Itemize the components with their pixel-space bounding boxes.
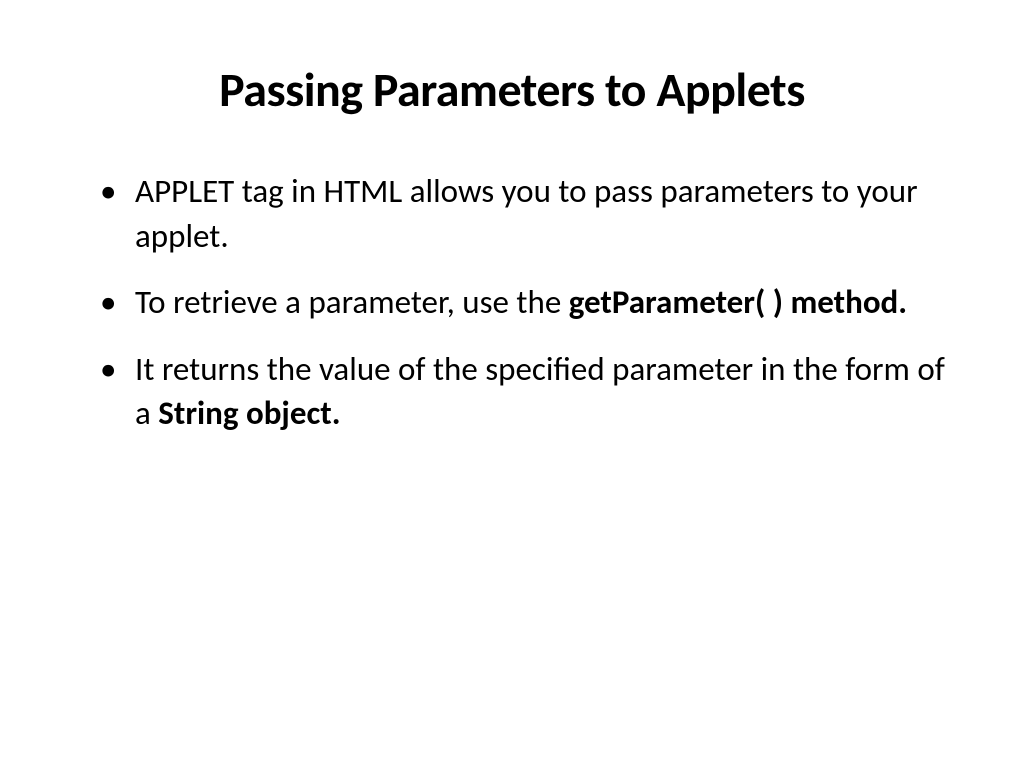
bullet-item: To retrieve a parameter, use the getPara… bbox=[100, 280, 954, 325]
slide-title: Passing Parameters to Applets bbox=[70, 60, 954, 119]
bullet-text: APPLET tag in HTML allows you to pass pa… bbox=[135, 171, 918, 256]
bullet-item: It returns the value of the specified pa… bbox=[100, 347, 954, 436]
bullet-text: To retrieve a parameter, use the bbox=[135, 282, 569, 322]
bullet-item: APPLET tag in HTML allows you to pass pa… bbox=[100, 169, 954, 258]
bullet-bold: getParameter( ) method. bbox=[569, 282, 907, 322]
bullet-list: APPLET tag in HTML allows you to pass pa… bbox=[70, 169, 954, 436]
bullet-bold: String object. bbox=[158, 393, 340, 433]
